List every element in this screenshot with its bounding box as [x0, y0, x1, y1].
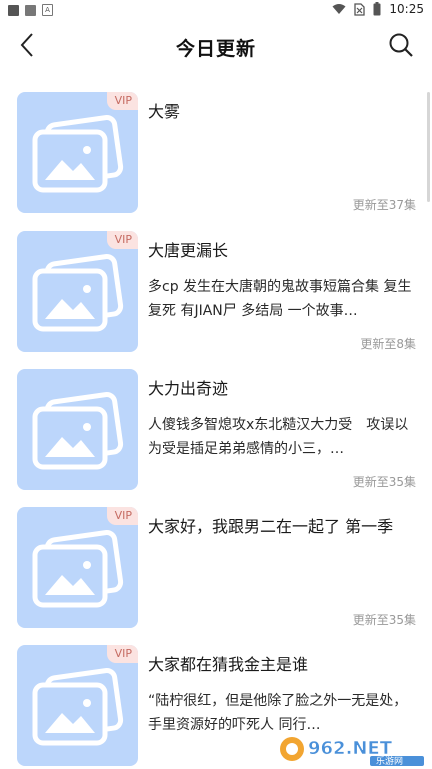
book-update-count: 更新至35集 [352, 613, 416, 627]
book-list-item[interactable]: 大力出奇迹 人傻钱多智熄攻x东北糙汉大力受 攻误以为受是插足弟弟感情的小三，… … [0, 369, 432, 493]
vip-badge: VIP [106, 231, 138, 249]
scrollbar[interactable] [427, 92, 430, 202]
book-title: 大家都在猜我金主是谁 [148, 655, 309, 674]
vip-badge: VIP [106, 645, 138, 663]
notification-square-icon [8, 4, 19, 16]
notification-square-icon [25, 4, 36, 16]
book-title: 大家好，我跟男二在一起了 第一季 [148, 517, 394, 536]
book-cover: VIP [17, 231, 138, 352]
status-time: 10:25 [389, 2, 424, 16]
no-sim-icon [354, 2, 366, 16]
status-right-icons: 10:25 [332, 2, 424, 16]
image-placeholder-icon [32, 668, 124, 746]
watermark-logo: 962.NET 乐游网 [280, 737, 424, 766]
book-description: “陆柠很红，但是他除了脸之外一无是处，手里资源好的吓死人 同行… [148, 693, 408, 733]
book-cover: VIP [17, 92, 138, 213]
book-description: 多cp 发生在大唐朝的鬼故事短篇合集 复生复死 有JIAN尸 多结局 一个故事… [148, 279, 412, 319]
book-list-item[interactable]: VIP 大唐更漏长 多cp 发生在大唐朝的鬼故事短篇合集 复生复死 有JIAN尸… [0, 231, 432, 355]
book-title: 大雾 [148, 102, 181, 121]
book-title: 大唐更漏长 [148, 241, 229, 260]
app-a-icon: A [42, 4, 53, 16]
vip-badge: VIP [106, 507, 138, 525]
image-placeholder-icon [32, 115, 124, 193]
wifi-icon [332, 4, 346, 14]
status-left-icons: A [8, 4, 53, 16]
book-cover: VIP [17, 645, 138, 766]
search-button[interactable] [386, 30, 416, 60]
book-update-count: 更新至35集 [352, 475, 416, 489]
watermark-text: 962.NET [308, 738, 393, 759]
top-app-bar: 今日更新 [0, 22, 432, 70]
page-title: 今日更新 [175, 38, 256, 60]
book-update-count: 更新至8集 [360, 337, 416, 351]
image-placeholder-icon [32, 254, 124, 332]
battery-icon [373, 2, 381, 16]
book-update-count: 更新至37集 [352, 198, 416, 212]
book-cover: VIP [17, 507, 138, 628]
image-placeholder-icon [32, 392, 124, 470]
book-cover [17, 369, 138, 490]
image-placeholder-icon [32, 530, 124, 608]
search-icon [389, 33, 413, 57]
book-list-item[interactable]: VIP 大雾 更新至37集 [0, 92, 432, 216]
status-bar: A 10:25 [0, 0, 432, 20]
book-description: 人傻钱多智熄攻x东北糙汉大力受 攻误以为受是插足弟弟感情的小三，… [148, 417, 409, 457]
watermark-subtext: 乐游网 [376, 755, 403, 766]
book-list-item[interactable]: VIP 大家好，我跟男二在一起了 第一季 更新至35集 [0, 507, 432, 631]
book-title: 大力出奇迹 [148, 379, 229, 398]
vip-badge: VIP [106, 92, 138, 110]
